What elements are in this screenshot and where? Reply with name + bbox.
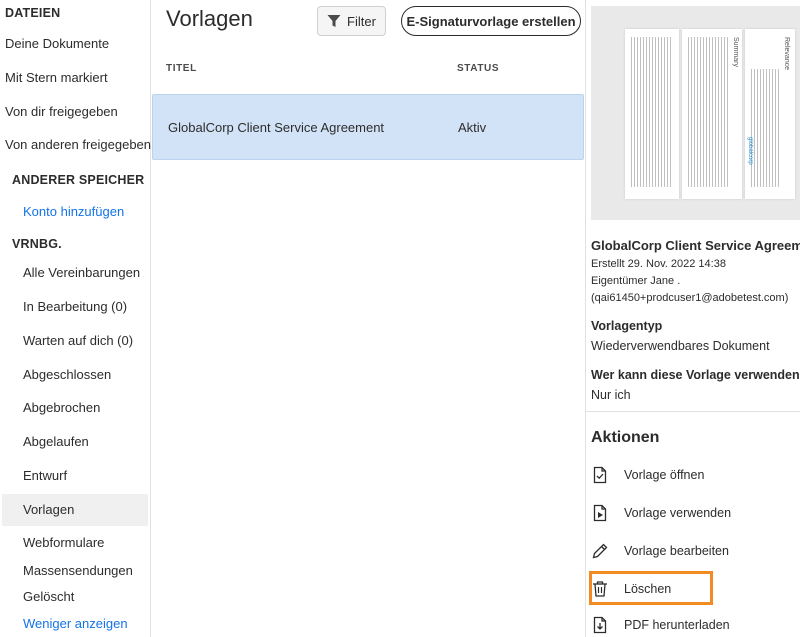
delete-label: Löschen: [624, 582, 672, 596]
sidebar-item-mass-sends[interactable]: Massensendungen: [23, 563, 133, 578]
open-template-action[interactable]: Vorlage öffnen: [591, 462, 796, 490]
use-template-action[interactable]: Vorlage verwenden: [591, 500, 796, 528]
who-can-use-value: Nur ich: [591, 388, 631, 402]
owner-name: Eigentümer Jane .: [591, 275, 681, 287]
column-header-title[interactable]: TITEL: [166, 63, 197, 74]
row-status: Aktiv: [458, 120, 487, 135]
sidebar-item-draft[interactable]: Entwurf: [23, 468, 67, 483]
preview-label-summary: Summary: [732, 37, 739, 67]
column-header-status[interactable]: STATUS: [457, 63, 499, 74]
owner-email: (qai61450+prodcuser1@adobetest.com): [591, 292, 789, 304]
pencil-icon: [592, 543, 608, 559]
sidebar-item-starred[interactable]: Mit Stern markiert: [5, 70, 108, 85]
other-storage-header: ANDERER SPEICHER: [12, 173, 145, 187]
show-less-link[interactable]: Weniger anzeigen: [23, 616, 128, 631]
preview-page-1: [625, 29, 679, 199]
table-row[interactable]: GlobalCorp Client Service Agreement Akti…: [152, 94, 584, 160]
sidebar-item-expired[interactable]: Abgelaufen: [23, 434, 89, 449]
sidebar-item-templates[interactable]: Vorlagen: [23, 502, 74, 517]
preview-logo: globalcorp: [747, 137, 753, 165]
filter-icon: [327, 15, 341, 27]
sidebar-item-cancelled[interactable]: Abgebrochen: [23, 400, 100, 415]
filter-button-label: Filter: [347, 13, 376, 29]
download-pdf-action[interactable]: PDF herunterladen: [591, 612, 796, 637]
preview-page-2: Summary: [682, 29, 742, 199]
document-check-icon: [593, 466, 607, 484]
document-send-icon: [593, 504, 607, 522]
preview-label-relevance: Relevance: [783, 37, 790, 71]
document-name: GlobalCorp Client Service Agreement: [591, 238, 800, 253]
template-type-label: Vorlagentyp: [591, 319, 663, 333]
who-can-use-label: Wer kann diese Vorlage verwenden?: [591, 368, 800, 382]
sidebar: DATEIEN Deine Dokumente Mit Stern markie…: [0, 0, 151, 637]
open-template-label: Vorlage öffnen: [624, 468, 705, 482]
add-account-link[interactable]: Konto hinzufügen: [23, 204, 124, 219]
divider: [586, 411, 800, 412]
sidebar-item-web-forms[interactable]: Webformulare: [23, 535, 104, 550]
files-section-header: DATEIEN: [5, 6, 61, 20]
sidebar-item-completed[interactable]: Abgeschlossen: [23, 367, 111, 382]
agreements-section-header: VRNBG.: [12, 237, 62, 251]
sidebar-item-shared-by-others[interactable]: Von anderen freigegeben: [5, 137, 151, 152]
sidebar-item-waiting-for-you[interactable]: Warten auf dich (0): [23, 333, 133, 348]
templates-list-panel: Vorlagen Filter E-Signaturvorlage erstel…: [152, 0, 586, 637]
row-title: GlobalCorp Client Service Agreement: [168, 120, 385, 135]
preview-page-3: Relevance globalcorp: [745, 29, 795, 199]
create-esign-template-button[interactable]: E-Signaturvorlage erstellen: [401, 6, 581, 36]
pdf-download-icon: [593, 616, 607, 634]
page-title: Vorlagen: [166, 6, 253, 31]
trash-icon: [593, 581, 607, 597]
edit-template-action[interactable]: Vorlage bearbeiten: [591, 538, 796, 566]
sidebar-item-in-progress[interactable]: In Bearbeitung (0): [23, 299, 127, 314]
sidebar-item-shared-by-you[interactable]: Von dir freigegeben: [5, 104, 118, 119]
sidebar-item-all-agreements[interactable]: Alle Vereinbarungen: [23, 265, 140, 280]
template-details-panel: Summary Relevance globalcorp GlobalCorp …: [585, 0, 800, 637]
filter-button[interactable]: Filter: [317, 6, 386, 36]
edit-template-label: Vorlage bearbeiten: [624, 544, 729, 558]
use-template-label: Vorlage verwenden: [624, 506, 732, 520]
document-preview-thumbnail[interactable]: Summary Relevance globalcorp: [591, 6, 800, 220]
template-type-value: Wiederverwendbares Dokument: [591, 339, 770, 353]
actions-title: Aktionen: [591, 429, 660, 446]
download-pdf-label: PDF herunterladen: [624, 618, 730, 632]
delete-action[interactable]: Löschen: [589, 571, 796, 605]
created-date: Erstellt 29. Nov. 2022 14:38: [591, 258, 726, 270]
sidebar-item-your-documents[interactable]: Deine Dokumente: [5, 36, 109, 51]
sidebar-item-deleted[interactable]: Gelöscht: [23, 589, 74, 604]
